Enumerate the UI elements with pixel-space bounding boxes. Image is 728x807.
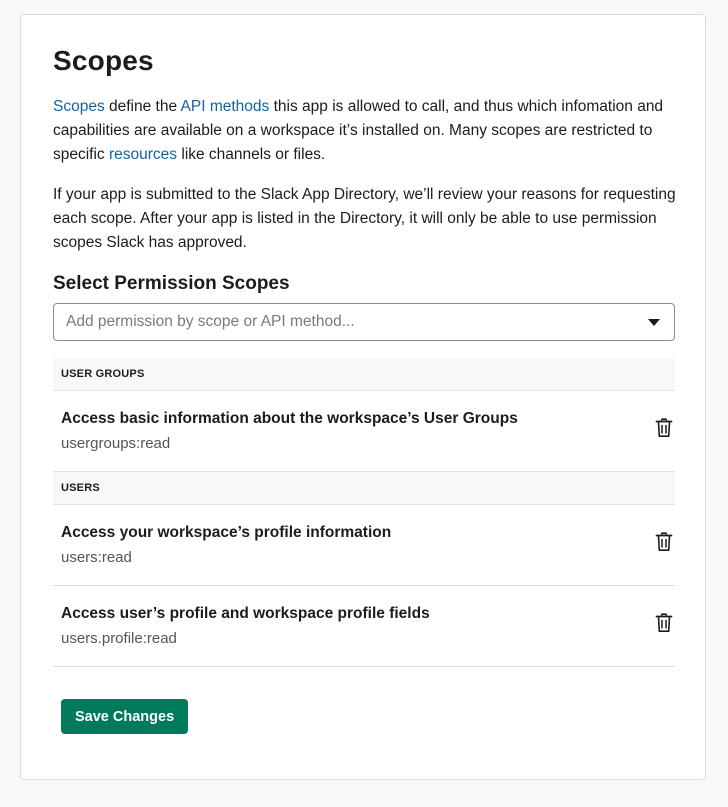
trash-icon[interactable]	[655, 532, 673, 552]
scope-title: Access your workspace’s profile informat…	[61, 524, 392, 541]
scope-title: Access basic information about the works…	[61, 410, 518, 427]
group-header-users: USERS	[53, 472, 675, 505]
scope-code: users:read	[61, 549, 132, 566]
scope-row: Access basic information about the works…	[53, 391, 675, 472]
group-header-user-groups: USER GROUPS	[53, 358, 675, 391]
scopes-card: Scopes Scopes define the API methods thi…	[20, 14, 706, 780]
scope-code: usergroups:read	[61, 435, 171, 452]
caret-down-icon	[648, 318, 660, 326]
trash-icon[interactable]	[655, 613, 673, 633]
review-paragraph: If your app is submitted to the Slack Ap…	[53, 186, 676, 251]
scope-title: Access user’s profile and workspace prof…	[61, 605, 430, 622]
page-title: Scopes	[53, 45, 154, 76]
resources-link[interactable]: resources	[109, 146, 177, 163]
trash-icon[interactable]	[655, 418, 673, 438]
scope-row: Access your workspace’s profile informat…	[53, 505, 675, 586]
permission-scopes-heading: Select Permission Scopes	[53, 273, 290, 294]
select-placeholder: Add permission by scope or API method...	[66, 313, 355, 330]
scope-code: users.profile:read	[61, 630, 177, 647]
api-methods-link[interactable]: API methods	[181, 98, 270, 115]
scope-row: Access user’s profile and workspace prof…	[53, 586, 675, 667]
intro-paragraph: Scopes define the API methods this app i…	[53, 98, 664, 163]
scopes-link[interactable]: Scopes	[53, 98, 105, 115]
permission-scope-select[interactable]: Add permission by scope or API method...	[53, 303, 675, 341]
save-changes-button[interactable]: Save Changes	[61, 699, 189, 734]
